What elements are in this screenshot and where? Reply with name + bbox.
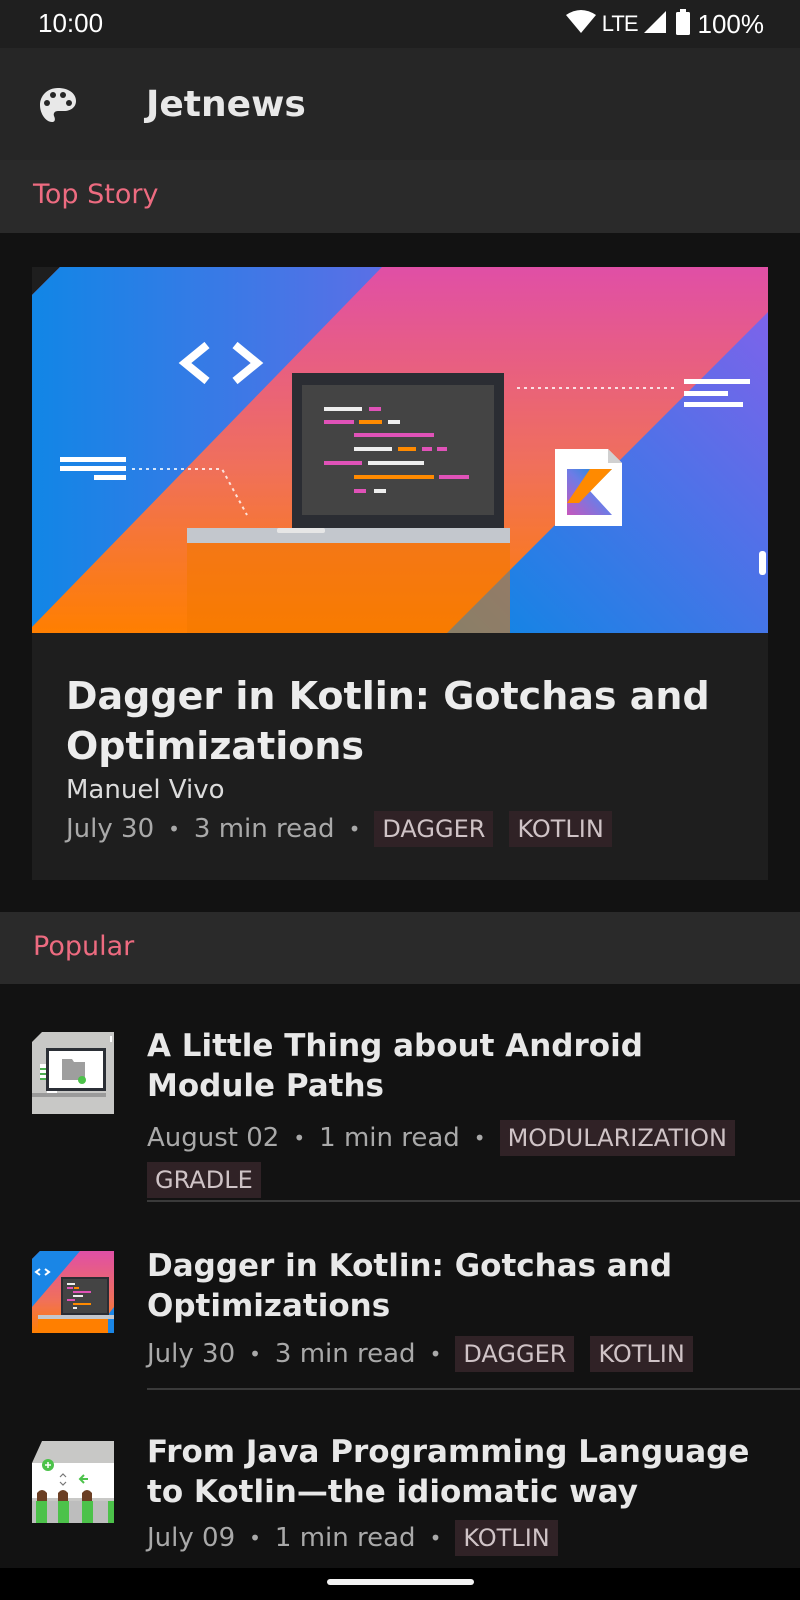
network-type: LTE — [601, 11, 639, 36]
status-bar: 10:00 LTE 100% — [0, 0, 800, 48]
list-item[interactable]: A Little Thing about Android Module Path… — [0, 1028, 800, 1200]
cell-signal-icon — [643, 11, 666, 37]
separator: • — [293, 1126, 306, 1150]
read-time: 1 min read — [274, 1523, 416, 1553]
section-header-popular: Popular — [0, 912, 800, 984]
article-thumbnail — [32, 1251, 114, 1333]
top-story-author: Manuel Vivo — [66, 775, 225, 805]
separator: • — [348, 817, 361, 841]
article-meta: July 30 • 3 min read • DAGGER KOTLIN — [147, 1336, 787, 1372]
separator: • — [249, 1342, 261, 1366]
separator: • — [473, 1126, 486, 1150]
battery-percent: 100% — [697, 8, 765, 39]
tag-chip[interactable]: GRADLE — [147, 1162, 261, 1198]
article-title[interactable]: Dagger in Kotlin: Gotchas and Optimizati… — [147, 1246, 777, 1326]
divider — [147, 1388, 800, 1390]
top-story-title[interactable]: Dagger in Kotlin: Gotchas and Optimizati… — [66, 671, 746, 771]
read-time: 3 min read — [193, 814, 335, 844]
separator: • — [429, 1342, 442, 1366]
app-bar — [0, 48, 800, 160]
section-label: Popular — [33, 931, 135, 962]
section-header-top-story: Top Story — [0, 160, 800, 233]
tag-chip[interactable]: DAGGER — [455, 1336, 575, 1372]
tag-chip[interactable]: KOTLIN — [590, 1336, 693, 1372]
tag-chip[interactable]: DAGGER — [374, 811, 494, 847]
date: July 30 — [147, 1339, 236, 1369]
article-thumbnail — [32, 1032, 114, 1114]
top-story-image — [32, 267, 768, 633]
list-item[interactable]: From Java Programming Language to Kotlin… — [0, 1434, 800, 1568]
palette-icon[interactable] — [38, 86, 78, 126]
status-time: 10:00 — [38, 8, 104, 38]
separator: • — [429, 1526, 442, 1550]
battery-icon — [675, 9, 690, 39]
tag-chip[interactable]: KOTLIN — [455, 1520, 558, 1556]
read-time: 3 min read — [274, 1339, 416, 1369]
wifi-icon — [565, 10, 596, 38]
article-meta: August 02 • 1 min read • MODULARIZATION … — [147, 1120, 787, 1198]
date: July 09 — [147, 1523, 236, 1553]
section-label: Top Story — [33, 179, 159, 210]
tag-chip[interactable]: MODULARIZATION — [499, 1120, 735, 1156]
list-item[interactable]: Dagger in Kotlin: Gotchas and Optimizati… — [0, 1248, 800, 1390]
separator: • — [168, 817, 180, 841]
read-time: 1 min read — [319, 1123, 460, 1153]
app-title: Jetnews — [146, 84, 306, 125]
date: August 02 — [147, 1123, 280, 1153]
article-title[interactable]: A Little Thing about Android Module Path… — [147, 1026, 777, 1106]
article-thumbnail — [32, 1441, 114, 1523]
separator: • — [249, 1526, 261, 1550]
article-title[interactable]: From Java Programming Language to Kotlin… — [147, 1432, 777, 1512]
status-icons: LTE 100% — [565, 8, 765, 40]
top-story-card[interactable]: Dagger in Kotlin: Gotchas and Optimizati… — [32, 267, 768, 880]
top-story-meta: July 30 • 3 min read • DAGGER KOTLIN — [66, 811, 628, 847]
home-handle[interactable] — [327, 1579, 474, 1585]
date: July 30 — [66, 814, 155, 844]
article-meta: July 09 • 1 min read • KOTLIN — [147, 1520, 787, 1556]
divider — [147, 1200, 800, 1202]
tag-chip[interactable]: KOTLIN — [509, 811, 612, 847]
gesture-nav-bar — [0, 1568, 800, 1600]
